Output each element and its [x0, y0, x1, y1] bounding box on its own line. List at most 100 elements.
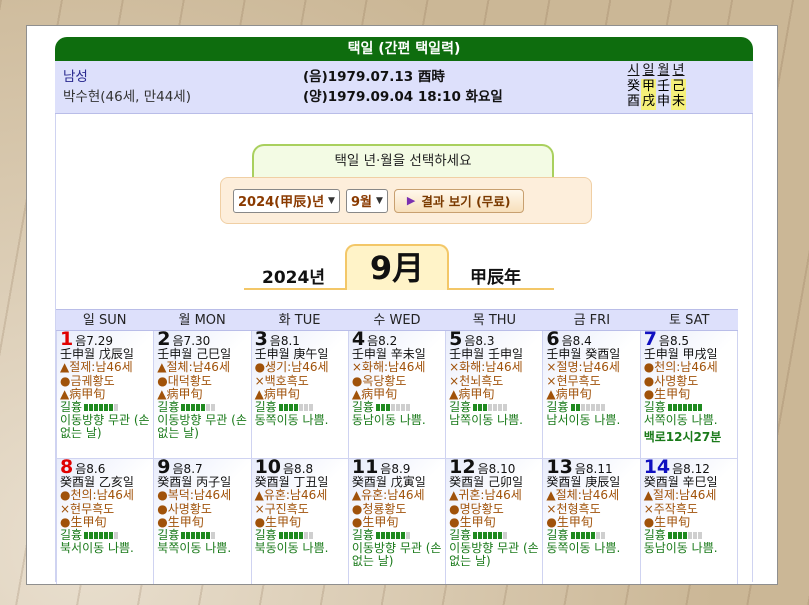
kil-bar-segment	[375, 404, 380, 412]
kil-bar-segment	[385, 532, 390, 540]
kil-bar	[278, 404, 313, 412]
kil-bar-segment	[677, 404, 682, 412]
kil-bar-segment	[109, 532, 114, 540]
day-head: 3 음8.1	[255, 331, 345, 349]
kil-bar-segment	[191, 404, 196, 412]
weekday-mon: 월 MON	[178, 313, 226, 328]
kil-bar-segment	[293, 532, 298, 540]
day-head: 13 음8.11	[546, 459, 636, 477]
calendar-day[interactable]: 12 음8.10 癸酉월 己卯일 ▲귀혼:남46세 ●명당황도 ●生甲旬 길흉 이동방향 무관…	[446, 459, 544, 584]
kil-bar-segment	[186, 404, 191, 412]
kil-bar-segment	[483, 404, 488, 412]
weekday-sun: 일 SUN	[82, 313, 127, 328]
saju-header-day: 일	[642, 63, 655, 78]
kil-bar-segment	[600, 404, 605, 412]
calendar-day[interactable]: 5 음8.3 壬申월 壬申일 ×화해:남46세 ×천뇌흑도 ▲病甲旬 길흉 남쪽이동 나쁨.	[446, 331, 544, 459]
kil-bar-segment	[380, 404, 385, 412]
lunar-date: 음7.29	[75, 334, 113, 348]
saju-branch-year: 未	[671, 94, 686, 110]
calendar-day[interactable]: 6 음8.4 壬申월 癸酉일 ×절명:남46세 ×현무흑도 ▲病甲旬 길흉 남서이동 나쁨.	[543, 331, 641, 459]
kil-bar-segment	[308, 532, 313, 540]
direction-note: 동남이동 나쁨.	[351, 413, 426, 428]
saju-table: 시 일 월 년 癸 甲 壬 己 酉 戌 申 未	[626, 63, 686, 110]
calendar-day[interactable]: 13 음8.11 癸酉월 庚辰일 ▲절체:남46세 ×천형흑도 ●生甲旬 길흉 동쪽이동 나쁨…	[543, 459, 641, 584]
kil-bar	[375, 404, 410, 412]
kil-bar-segment	[488, 404, 493, 412]
name-age-label: 박수현(46세, 만44세)	[63, 89, 191, 105]
calendar-day[interactable]: 11 음8.9 癸酉월 戊寅일 ▲유혼:남46세 ●청룡황도 ●生甲旬 길흉 이동방향 무관 …	[348, 459, 447, 584]
kil-bar-segment	[288, 404, 293, 412]
lunar-date: 음8.12	[672, 462, 710, 476]
kil-bar-segment	[692, 404, 697, 412]
calendar-day[interactable]: 2 음7.30 壬申월 己巳일 ▲절체:남46세 ●대덕황도 ▲病甲旬 길흉 이동방향 무관 …	[154, 331, 252, 459]
kil-bar-segment	[600, 532, 605, 540]
direction-note: 이동방향 무관 (손 없는 날)	[60, 413, 150, 441]
day-line-1: ▲유혼:남46세	[254, 488, 328, 503]
kil-bar-segment	[590, 404, 595, 412]
month-select-value: 9월	[350, 195, 372, 210]
day-line-1: ▲절체:남46세	[546, 488, 620, 503]
kil-bar-segment	[385, 404, 390, 412]
calendar-day[interactable]: 3 음8.1 壬申월 庚午일 ●생기:남46세 ×백호흑도 ▲病甲旬 길흉 동쪽이동 나쁨.	[251, 331, 349, 459]
weekday-fri: 금 FRI	[573, 313, 611, 328]
main-area: 택일 년·월을 선택하세요 2024(甲辰)년 ▼ 9월 ▼ ▶ 결과 보기 (…	[55, 114, 753, 584]
calendar-day[interactable]: 8 음8.6 癸酉월 乙亥일 ●천의:남46세 ×현무흑도 ●生甲旬 길흉 북서이동 나쁨.	[56, 459, 155, 584]
kil-bar	[181, 532, 216, 540]
calendar: 일 SUN 월 MON 화 TUE 수 WED 목 THU 금 FRI 토 SA…	[56, 309, 738, 584]
kil-bar-segment	[493, 404, 498, 412]
direction-note: 이동방향 무관 (손 없는 날)	[351, 541, 442, 569]
lunar-date: 음7.30	[172, 334, 211, 348]
kil-bar-segment	[206, 404, 211, 412]
calendar-day[interactable]: 10 음8.8 癸酉월 丁丑일 ▲유혼:남46세 ×구진흑도 ●生甲旬 길흉 북동이동 나쁨.	[251, 459, 349, 584]
calendar-day[interactable]: 7 음8.5 壬申월 甲戌일 ●천의:남46세 ●사명황도 ●生甲旬 길흉 서쪽이동 나쁨. 백…	[640, 331, 738, 459]
taekil-panel: 택일 (간편 택일력) 남성 박수현(46세, 만44세) (음)1979.07…	[55, 37, 753, 584]
lunar-date: 음8.8	[283, 462, 314, 476]
kil-bar-segment	[682, 404, 687, 412]
kil-bar-segment	[201, 404, 206, 412]
kil-bar-segment	[196, 404, 201, 412]
kil-bar-segment	[395, 404, 400, 412]
day-line-1: ●복덕:남46세	[157, 488, 232, 503]
kil-bar-segment	[380, 532, 385, 540]
saju-stem-hour: 癸	[626, 78, 640, 94]
day-line-2: ●명당황도	[449, 501, 504, 516]
kil-bar-segment	[570, 532, 575, 540]
kil-bar-segment	[211, 532, 216, 540]
kil-bar-segment	[84, 532, 89, 540]
saju-stem-year: 己	[671, 78, 686, 94]
kil-bar-segment	[667, 532, 672, 540]
day-head: 5 음8.3	[449, 331, 539, 349]
calendar-weeks: 1 음7.29 壬申월 戊辰일 ▲절제:남46세 ●금궤황도 ▲病甲旬 길흉 이동방향 무관 …	[56, 331, 738, 584]
day-line-1: ▲절제:남46세	[60, 360, 133, 375]
kil-bar-segment	[109, 404, 114, 412]
kil-bar-segment	[667, 404, 672, 412]
profile-info: 남성 박수현(46세, 만44세) (음)1979.07.13 酉時 (양)19…	[55, 61, 753, 114]
calendar-day[interactable]: 4 음8.2 壬申월 辛未일 ×화해:남46세 ●옥당황도 ▲病甲旬 길흉 동남이동 나쁨.	[348, 331, 447, 459]
day-head: 9 음8.7	[157, 459, 247, 477]
browser-frame: 택일 (간편 택일력) 남성 박수현(46세, 만44세) (음)1979.07…	[26, 25, 778, 585]
kil-bar-segment	[390, 532, 395, 540]
month-select[interactable]: 9월 ▼	[345, 188, 388, 213]
weekday-tue: 화 TUE	[278, 313, 321, 328]
day-line-2: ×현무흑도	[546, 373, 601, 388]
kil-bar-segment	[473, 404, 478, 412]
direction-note: 동쪽이동 나쁨.	[546, 541, 621, 556]
lunar-date: 음8.1	[269, 334, 300, 348]
calendar-day[interactable]: 9 음8.7 癸酉월 丙子일 ●복덕:남46세 ●사명황도 ●生甲旬 길흉 북쪽이동 나쁨.	[154, 459, 252, 584]
kil-bar-segment	[503, 404, 508, 412]
direction-note: 이동방향 무관 (손 없는 날)	[157, 413, 247, 441]
year-select[interactable]: 2024(甲辰)년 ▼	[233, 188, 340, 213]
kil-bar-segment	[585, 532, 590, 540]
chevron-down-icon: ▼	[328, 195, 335, 206]
direction-note: 이동방향 무관 (손 없는 날)	[449, 541, 539, 569]
weekday-sat: 토 SAT	[669, 313, 710, 328]
kil-bar-segment	[104, 532, 109, 540]
calendar-day[interactable]: 1 음7.29 壬申월 戊辰일 ▲절제:남46세 ●금궤황도 ▲病甲旬 길흉 이동방향 무관 …	[56, 331, 155, 459]
direction-note: 서쪽이동 나쁨.	[643, 413, 718, 428]
day-head: 4 음8.2	[352, 331, 442, 349]
lunar-date: 음8.11	[574, 462, 613, 476]
calendar-day[interactable]: 14 음8.12 癸酉월 辛巳일 ▲절제:남46세 ×주작흑도 ●生甲旬 길흉 동남이동 나쁨…	[640, 459, 738, 584]
view-result-button[interactable]: ▶ 결과 보기 (무료)	[393, 188, 524, 213]
month-header: 2024년 9月 甲辰年	[244, 244, 554, 296]
day-head: 14 음8.12	[644, 459, 734, 477]
